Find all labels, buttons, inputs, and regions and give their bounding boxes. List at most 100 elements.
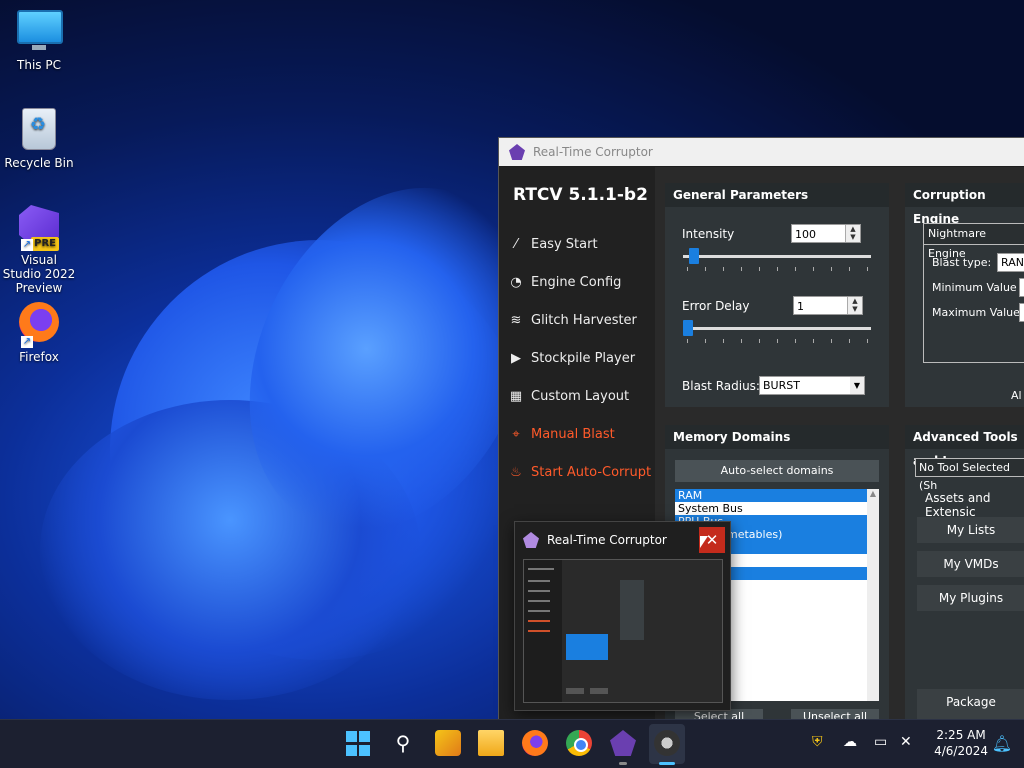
mini-line bbox=[528, 620, 550, 622]
intensity-label: Intensity bbox=[682, 227, 735, 241]
start-button[interactable] bbox=[346, 731, 372, 757]
my-plugins-button[interactable]: My Plugins bbox=[917, 585, 1024, 611]
file-explorer-icon[interactable] bbox=[478, 730, 504, 756]
pre-badge: PRE bbox=[31, 237, 59, 251]
nav-engine-config[interactable]: ◔ Engine Config bbox=[499, 263, 655, 301]
nav-start-auto-corrupt[interactable]: ♨ Start Auto-Corrupt bbox=[499, 453, 655, 491]
list-item[interactable]: System Bus bbox=[675, 502, 879, 515]
blast-type-label: Blast type: bbox=[932, 256, 992, 269]
active-indicator bbox=[659, 762, 675, 765]
error-delay-slider[interactable] bbox=[683, 320, 871, 336]
my-lists-button[interactable]: My Lists bbox=[917, 517, 1024, 543]
nav-easy-start[interactable]: ⁄ Easy Start bbox=[499, 225, 655, 263]
panel-header: Corruption Engine bbox=[905, 183, 1024, 226]
layers-icon: ≋ bbox=[510, 312, 522, 328]
desktop-icon-label: Recycle Bin bbox=[4, 156, 74, 170]
flame-icon: ♨ bbox=[510, 464, 522, 480]
slider-thumb[interactable] bbox=[689, 248, 699, 264]
chrome-icon[interactable] bbox=[566, 730, 592, 756]
mini-line bbox=[528, 610, 550, 612]
engine-footer-button[interactable]: Al bbox=[1011, 389, 1022, 402]
mini-list-selection bbox=[566, 634, 608, 660]
taskbar: ⚲ ⛨ ☁ ▭ ✕ 2:25 AM 4/6/2024 🔔︎ bbox=[0, 719, 1024, 768]
corruption-engine-panel: Corruption Engine Nightmare Engine Blast… bbox=[905, 183, 1024, 407]
maximum-value-input[interactable] bbox=[1019, 303, 1024, 322]
mini-line bbox=[566, 688, 584, 694]
preview-thumbnail[interactable] bbox=[523, 559, 723, 703]
assets-label: Assets and Extensic bbox=[925, 491, 991, 519]
panel-header: General Parameters bbox=[665, 183, 889, 207]
window-title: Real-Time Corruptor bbox=[533, 145, 653, 159]
crosshair-icon: ⌖ bbox=[512, 426, 520, 442]
rtc-launcher-icon[interactable] bbox=[654, 730, 680, 756]
mini-line bbox=[528, 590, 550, 592]
error-delay-input[interactable]: 1 ▲ ▼ bbox=[793, 296, 863, 315]
firefox-taskbar-icon[interactable] bbox=[522, 730, 548, 756]
nav-manual-blast[interactable]: ⌖ Manual Blast bbox=[499, 415, 655, 453]
nav-custom-layout[interactable]: ▦ Custom Layout bbox=[499, 377, 655, 415]
search-icon[interactable]: ⚲ bbox=[390, 730, 416, 756]
wand-icon: ⁄ bbox=[514, 236, 518, 252]
mini-line bbox=[528, 580, 550, 582]
engine-selector[interactable]: Nightmare Engine bbox=[924, 224, 1024, 260]
chevron-down-icon: ▼ bbox=[850, 377, 864, 394]
mouse-cursor-icon bbox=[700, 536, 708, 548]
auto-select-domains-button[interactable]: Auto-select domains bbox=[675, 460, 879, 482]
desktop-icon-label: Firefox bbox=[19, 350, 59, 364]
desktop-icon-recycle-bin[interactable]: Recycle Bin bbox=[1, 108, 77, 170]
visual-studio-icon: PRE ↗ bbox=[17, 205, 61, 251]
nav-stockpile-player[interactable]: ▶ Stockpile Player bbox=[499, 339, 655, 377]
desktop-icon-label: Visual Studio 2022 Preview bbox=[2, 253, 76, 295]
visual-studio-taskbar-icon[interactable] bbox=[435, 730, 461, 756]
error-delay-label: Error Delay bbox=[682, 299, 750, 313]
notification-bell-icon[interactable]: 🔔︎ bbox=[992, 734, 1012, 753]
firefox-icon: ↗ bbox=[17, 302, 61, 348]
slider-ticks bbox=[687, 267, 871, 271]
panel-header: Advanced Tools and I bbox=[905, 425, 1024, 468]
gauge-icon: ◔ bbox=[510, 274, 522, 290]
blast-type-dropdown[interactable]: RAN bbox=[997, 253, 1024, 272]
tool-selector-dropdown[interactable]: No Tool Selected (Sh bbox=[915, 458, 1024, 492]
my-vmds-button[interactable]: My VMDs bbox=[917, 551, 1024, 577]
mini-line bbox=[620, 580, 644, 640]
recycle-bin-icon bbox=[17, 108, 61, 152]
intensity-input[interactable]: 100 ▲ ▼ bbox=[791, 224, 861, 243]
spin-arrows-icon[interactable]: ▲ ▼ bbox=[847, 297, 862, 314]
panel-header: Memory Domains bbox=[665, 425, 889, 449]
list-item[interactable]: RAM bbox=[675, 489, 879, 502]
desktop-icon-visual-studio[interactable]: PRE ↗ Visual Studio 2022 Preview bbox=[1, 205, 77, 295]
security-shield-icon[interactable]: ⛨ bbox=[812, 734, 823, 750]
taskbar-preview-popup[interactable]: Real-Time Corruptor ✕ bbox=[514, 521, 731, 711]
nav-glitch-harvester[interactable]: ≋ Glitch Harvester bbox=[499, 301, 655, 339]
list-scrollbar[interactable]: ▲ bbox=[867, 489, 879, 701]
grid-icon: ▦ bbox=[509, 388, 523, 404]
system-clock[interactable]: 2:25 AM 4/6/2024 bbox=[934, 727, 988, 759]
engine-group: Nightmare Engine Blast type: RAN Minimum… bbox=[923, 223, 1024, 363]
mini-line bbox=[528, 600, 550, 602]
maximum-value-label: Maximum Value bbox=[932, 306, 1020, 319]
blast-radius-label: Blast Radius: bbox=[682, 379, 760, 393]
desktop-icon-firefox[interactable]: ↗ Firefox bbox=[1, 302, 77, 364]
spin-arrows-icon[interactable]: ▲ ▼ bbox=[845, 225, 860, 242]
volume-muted-icon[interactable]: ✕ bbox=[900, 734, 912, 750]
desktop-icon-this-pc[interactable]: This PC bbox=[1, 10, 77, 72]
slider-ticks bbox=[687, 339, 871, 343]
minimum-value-input[interactable] bbox=[1019, 278, 1024, 297]
rtc-app-icon bbox=[509, 144, 525, 160]
onedrive-icon[interactable]: ☁ bbox=[843, 734, 857, 750]
intensity-slider[interactable] bbox=[683, 248, 871, 264]
play-icon: ▶ bbox=[511, 350, 521, 366]
running-indicator bbox=[619, 762, 627, 765]
shortcut-arrow-icon: ↗ bbox=[21, 239, 33, 251]
blast-radius-dropdown[interactable]: BURST ▼ bbox=[759, 376, 865, 395]
network-icon[interactable]: ▭ bbox=[874, 734, 887, 750]
rtc-taskbar-icon[interactable] bbox=[610, 730, 636, 756]
minimum-value-label: Minimum Value bbox=[932, 281, 1017, 294]
monitor-icon bbox=[17, 10, 63, 54]
window-titlebar[interactable]: Real-Time Corruptor bbox=[499, 138, 1024, 166]
rtc-app-icon bbox=[523, 532, 539, 548]
clock-time: 2:25 AM bbox=[936, 728, 986, 742]
shortcut-arrow-icon: ↗ bbox=[21, 336, 33, 348]
general-parameters-panel: General Parameters Intensity 100 ▲ ▼ Erro… bbox=[665, 183, 889, 407]
slider-thumb[interactable] bbox=[683, 320, 693, 336]
